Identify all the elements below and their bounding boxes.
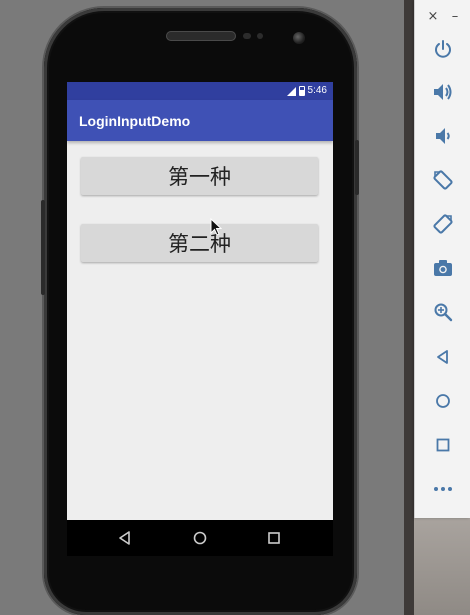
home-nav-icon[interactable] [192, 530, 208, 546]
overview-nav-icon[interactable] [266, 530, 282, 546]
minimize-button[interactable]: – [449, 8, 461, 26]
first-option-button[interactable]: 第一种 [81, 157, 318, 195]
battery-icon [298, 86, 305, 96]
zoom-icon[interactable] [431, 300, 455, 324]
power-icon[interactable] [431, 37, 455, 61]
second-option-button[interactable]: 第二种 [81, 224, 318, 262]
home-icon[interactable] [431, 389, 455, 413]
volume-rocker [41, 200, 45, 295]
back-nav-icon[interactable] [117, 530, 133, 546]
volume-up-icon[interactable] [431, 80, 455, 104]
status-bar: 5:46 [67, 82, 333, 100]
device-screen: 5:46 LoginInputDemo 第一种 第二种 [67, 82, 333, 520]
more-icon[interactable] [431, 477, 455, 501]
volume-down-icon[interactable] [431, 124, 455, 148]
sensor [257, 33, 263, 39]
camera-icon[interactable] [431, 256, 455, 280]
front-camera [293, 32, 305, 44]
emulator-toolbar: × – [414, 0, 470, 518]
app-bar: LoginInputDemo [67, 100, 333, 141]
rotate-left-icon[interactable] [431, 168, 455, 192]
rotate-right-icon[interactable] [431, 212, 455, 236]
app-title: LoginInputDemo [79, 113, 191, 129]
close-button[interactable]: × [427, 8, 439, 26]
back-icon[interactable] [431, 345, 455, 369]
overview-icon[interactable] [431, 433, 455, 457]
navigation-bar [67, 520, 333, 556]
status-time: 5:46 [307, 85, 327, 96]
power-side-button [355, 140, 359, 195]
sensor [243, 33, 251, 39]
earpiece [166, 31, 236, 41]
desktop-shadow [404, 0, 414, 615]
mouse-cursor-icon [210, 218, 222, 236]
signal-icon [286, 86, 296, 96]
